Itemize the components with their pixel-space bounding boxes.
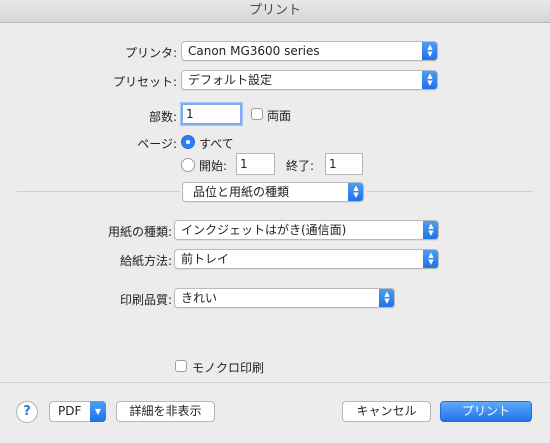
pages-all-label: すべて <box>199 137 234 151</box>
preset-value: デフォルト設定 <box>188 73 273 87</box>
updown-icon: ▲ ▼ <box>422 42 437 60</box>
pages-from-label: 開始: <box>199 159 228 173</box>
duplex-label: 両面 <box>267 109 292 123</box>
window-title: プリント <box>0 0 550 23</box>
preset-label: プリセット: <box>112 75 177 89</box>
quality-value: きれい <box>181 291 218 305</box>
media-type-label: 用紙の種類: <box>107 225 172 239</box>
quality-popup[interactable]: きれい ▲ ▼ <box>174 288 395 308</box>
paper-source-label: 給紙方法: <box>119 254 172 268</box>
hide-details-button[interactable]: 詳細を非表示 <box>116 401 215 422</box>
cancel-button[interactable]: キャンセル <box>342 401 431 422</box>
printer-label: プリンタ: <box>124 46 177 60</box>
grayscale-label: モノクロ印刷 <box>192 361 265 375</box>
duplex-checkbox[interactable] <box>251 108 263 120</box>
help-button[interactable]: ? <box>16 401 38 423</box>
paper-source-value: 前トレイ <box>181 252 230 266</box>
pdf-menu-button[interactable]: PDF ▼ <box>49 401 106 422</box>
pages-range-radio[interactable] <box>181 158 195 172</box>
updown-icon: ▲ ▼ <box>423 221 438 239</box>
updown-icon: ▲ ▼ <box>348 183 363 201</box>
paper-source-popup[interactable]: 前トレイ ▲ ▼ <box>174 249 439 269</box>
pages-from-field[interactable]: 1 <box>236 153 275 175</box>
preset-popup[interactable]: デフォルト設定 ▲ ▼ <box>181 70 438 90</box>
pages-to-field[interactable]: 1 <box>325 153 363 175</box>
updown-icon: ▲ ▼ <box>379 289 394 307</box>
copies-field[interactable]: 1 <box>181 103 242 125</box>
copies-label: 部数: <box>148 110 177 124</box>
updown-icon: ▲ ▼ <box>422 71 437 89</box>
pages-to-label: 終了: <box>286 159 315 173</box>
section-value: 品位と用紙の種類 <box>193 185 290 199</box>
grayscale-checkbox[interactable] <box>175 360 187 372</box>
printer-value: Canon MG3600 series <box>188 44 320 58</box>
quality-label: 印刷品質: <box>119 293 172 307</box>
updown-icon: ▲ ▼ <box>423 250 438 268</box>
section-divider-right <box>366 191 533 192</box>
pdf-label: PDF <box>58 404 82 418</box>
pages-all-radio[interactable] <box>181 135 195 149</box>
section-divider-left <box>17 191 180 192</box>
section-popup[interactable]: 品位と用紙の種類 ▲ ▼ <box>182 182 364 202</box>
pages-label: ページ: <box>137 137 177 151</box>
media-type-value: インクジェットはがき(通信面) <box>181 223 347 237</box>
footer-divider <box>0 382 550 383</box>
printer-popup[interactable]: Canon MG3600 series ▲ ▼ <box>181 41 438 61</box>
print-button[interactable]: プリント <box>440 401 532 422</box>
chevron-down-icon: ▼ <box>90 401 106 422</box>
media-type-popup[interactable]: インクジェットはがき(通信面) ▲ ▼ <box>174 220 439 240</box>
